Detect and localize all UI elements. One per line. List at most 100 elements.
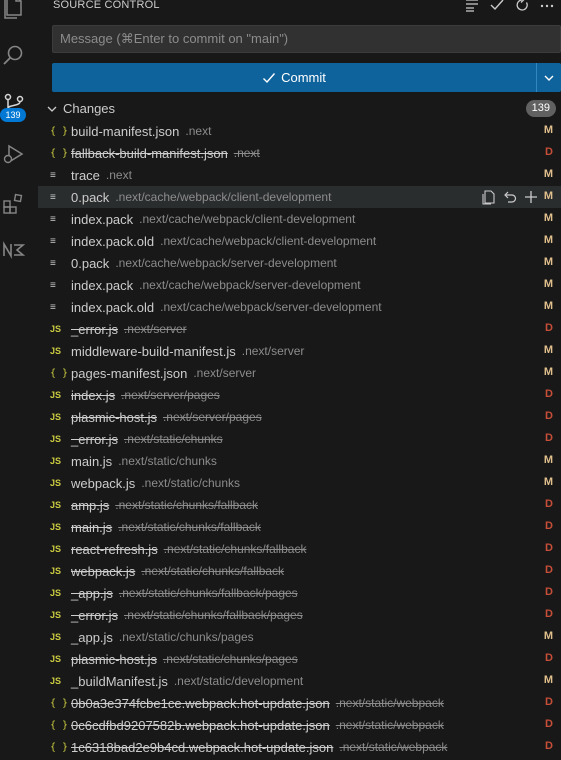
npm-icon[interactable] xyxy=(0,240,28,260)
commit-check-icon[interactable] xyxy=(489,0,505,13)
file-name: 1c6318bad2e9b4cd.webpack.hot-update.json xyxy=(71,739,334,755)
list-item[interactable]: JS react-refresh.js .next/static/chunks/fa… xyxy=(38,538,561,560)
list-item[interactable]: JS _error.js .next/static/chunks/fallback/… xyxy=(38,604,561,626)
list-item[interactable]: ≡ 0.pack .next/cache/webpack/server-develo… xyxy=(38,252,561,274)
file-path: .next xyxy=(185,124,212,138)
status-badge: M xyxy=(543,190,553,202)
list-item[interactable]: { } 0b0a3e374fcbe1ce.webpack.hot-update.j… xyxy=(38,692,561,714)
file-path: .next/cache/webpack/client-development xyxy=(139,212,356,226)
extensions-icon[interactable] xyxy=(0,192,28,216)
commit-button[interactable]: Commit xyxy=(52,63,537,92)
status-badge: M xyxy=(543,366,553,378)
json-file-icon: { } xyxy=(50,125,69,137)
file-path: .next/static/chunks xyxy=(123,432,223,446)
changes-list: { } build-manifest.json .next M{ } fallback-… xyxy=(38,120,561,758)
js-file-icon: JS xyxy=(50,588,62,598)
file-name: webpack.js xyxy=(71,475,136,491)
file-path: .next/static/chunks/fallback/pages xyxy=(118,586,298,600)
file-name: main.js xyxy=(71,453,113,469)
file-path: .next xyxy=(105,168,132,182)
list-item[interactable]: JS _app.js .next/static/chunks/pages M xyxy=(38,626,561,648)
list-item[interactable]: JS main.js .next/static/chunks/fallback D xyxy=(38,516,561,538)
js-file-icon: JS xyxy=(50,676,62,686)
list-item[interactable]: JS middleware-build-manifest.js .next/serv… xyxy=(38,340,561,362)
commit-button-group: Commit xyxy=(52,63,561,92)
list-item[interactable]: JS _error.js .next/static/chunks D xyxy=(38,428,561,450)
file-name: 0.pack xyxy=(71,255,110,271)
json-file-icon: { } xyxy=(50,147,69,159)
file-path: .next/server xyxy=(241,344,305,358)
list-item[interactable]: { } 1c6318bad2e9b4cd.webpack.hot-update.j… xyxy=(38,736,561,758)
file-name: index.js xyxy=(71,387,116,403)
list-item[interactable]: { } build-manifest.json .next M xyxy=(38,120,561,142)
commit-dropdown-button[interactable] xyxy=(537,63,561,92)
chevron-down-icon xyxy=(544,75,554,81)
list-item[interactable]: JS _buildManifest.js .next/static/developm… xyxy=(38,670,561,692)
stage-changes-icon[interactable] xyxy=(523,189,539,205)
list-item[interactable]: JS index.js .next/server/pages D xyxy=(38,384,561,406)
list-item[interactable]: JS _error.js .next/server D xyxy=(38,318,561,340)
js-file-icon: JS xyxy=(50,544,62,554)
list-item[interactable]: ≡ index.pack .next/cache/webpack/server-de… xyxy=(38,274,561,296)
source-control-badge: 139 xyxy=(0,108,26,122)
file-name: index.pack xyxy=(71,211,134,227)
list-item[interactable]: ≡ index.pack.old .next/cache/webpack/clien… xyxy=(38,230,561,252)
file-path: .next/static/chunks/fallback/pages xyxy=(123,608,303,622)
status-badge: M xyxy=(543,168,553,180)
header-actions xyxy=(464,0,555,13)
js-file-icon: JS xyxy=(50,566,62,576)
file-lines-icon: ≡ xyxy=(50,279,56,291)
list-item[interactable]: ≡ index.pack .next/cache/webpack/client-de… xyxy=(38,208,561,230)
explorer-icon[interactable] xyxy=(0,0,28,20)
status-badge: D xyxy=(545,146,553,158)
js-file-icon: JS xyxy=(50,654,62,664)
status-badge: M xyxy=(543,212,553,224)
list-item[interactable]: { } pages-manifest.json .next/server M xyxy=(38,362,561,384)
js-file-icon: JS xyxy=(50,434,62,444)
list-item[interactable]: JS plasmic-host.js .next/static/chunks/pag… xyxy=(38,648,561,670)
file-name: index.pack.old xyxy=(71,299,155,315)
list-item[interactable]: ≡ index.pack.old .next/cache/webpack/serve… xyxy=(38,296,561,318)
status-badge: D xyxy=(545,498,553,510)
file-name: _error.js xyxy=(71,321,118,337)
status-badge: M xyxy=(543,300,553,312)
open-file-icon[interactable] xyxy=(481,189,497,205)
file-path: .next/static/chunks/fallback xyxy=(163,542,307,556)
commit-message-input[interactable]: Message (⌘Enter to commit on "main") xyxy=(52,25,561,53)
view-as-tree-icon[interactable] xyxy=(464,0,480,13)
file-path: .next/static/webpack xyxy=(335,718,444,732)
status-badge: M xyxy=(543,454,553,466)
changes-section-header[interactable]: Changes 139 xyxy=(38,98,561,120)
file-path: .next/cache/webpack/client-development xyxy=(115,190,332,204)
status-badge: D xyxy=(545,586,553,598)
file-path: .next/static/development xyxy=(173,674,304,688)
file-name: middleware-build-manifest.js xyxy=(71,343,236,359)
list-item[interactable]: JS main.js .next/static/chunks M xyxy=(38,450,561,472)
js-file-icon: JS xyxy=(50,478,62,488)
status-badge: D xyxy=(545,520,553,532)
list-item[interactable]: ≡ 0.pack .next/cache/webpack/client-develo… xyxy=(38,186,561,208)
list-item[interactable]: JS webpack.js .next/static/chunks/fallback… xyxy=(38,560,561,582)
run-debug-icon[interactable] xyxy=(0,142,28,166)
file-name: _buildManifest.js xyxy=(71,673,168,689)
more-actions-icon[interactable] xyxy=(539,0,555,13)
file-name: plasmic-host.js xyxy=(71,409,157,425)
list-item[interactable]: JS plasmic-host.js .next/server/pages D xyxy=(38,406,561,428)
discard-changes-icon[interactable] xyxy=(502,189,518,205)
list-item[interactable]: { } fallback-build-manifest.json .next D xyxy=(38,142,561,164)
list-item[interactable]: JS amp.js .next/static/chunks/fallback D xyxy=(38,494,561,516)
file-name: webpack.js xyxy=(71,563,136,579)
search-icon[interactable] xyxy=(0,44,28,68)
list-item[interactable]: JS _app.js .next/static/chunks/fallback/pa… xyxy=(38,582,561,604)
js-file-icon: JS xyxy=(50,522,62,532)
file-path: .next xyxy=(233,146,260,160)
file-name: 0c6cdfbd9207582b.webpack.hot-update.json xyxy=(71,717,330,733)
refresh-icon[interactable] xyxy=(514,0,530,13)
status-badge: M xyxy=(543,344,553,356)
list-item[interactable]: { } 0c6cdfbd9207582b.webpack.hot-update.j… xyxy=(38,714,561,736)
list-item[interactable]: ≡ trace .next M xyxy=(38,164,561,186)
list-item[interactable]: JS webpack.js .next/static/chunks M xyxy=(38,472,561,494)
file-path: .next/server/pages xyxy=(121,388,220,402)
js-file-icon: JS xyxy=(50,324,62,334)
file-name: plasmic-host.js xyxy=(71,651,157,667)
